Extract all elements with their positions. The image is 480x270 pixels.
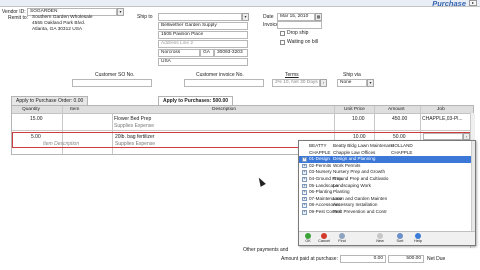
calendar-icon[interactable]: ▦ (315, 13, 322, 21)
col-quantity: Quantity (22, 107, 40, 112)
phase-expand-icon[interactable]: + (302, 183, 307, 189)
phase-expand-icon[interactable]: + (302, 163, 307, 169)
date-label: Date (263, 14, 274, 20)
ship-via-dropdown-icon[interactable]: ▾ (367, 79, 374, 87)
list-item[interactable]: CHAPPLE Chapple Law Offices CHAPPLE (299, 150, 475, 157)
customer-invoice-field[interactable] (184, 79, 264, 87)
net-due-label: Net Due (427, 256, 446, 262)
ship-to-select[interactable] (158, 13, 242, 21)
job-lookup-icon[interactable]: › (463, 133, 470, 140)
ship-to-label: Ship to (137, 14, 153, 20)
amount-paid-field[interactable]: 0.00 (340, 255, 386, 263)
terms-field[interactable]: 2% 10, Net 30 Days (272, 79, 320, 87)
new-button[interactable]: New (373, 233, 387, 245)
customer-so-label: Customer SO No. (95, 72, 135, 78)
col-unit-price: Unit Price (344, 107, 365, 112)
list-item[interactable]: + 06-Planting Planting (299, 189, 475, 196)
title-bar: Purchase ▸ (0, 0, 480, 8)
other-payments-label: Other payments and (243, 247, 289, 253)
terms-lookup-icon[interactable]: › (320, 79, 327, 87)
phase-expand-icon[interactable]: + (302, 210, 307, 215)
list-item[interactable]: + 09-Pest Control Pest Prevention and Co… (299, 209, 475, 216)
customer-so-field[interactable] (72, 79, 152, 87)
window-nav-icon[interactable]: ▸ (469, 0, 477, 6)
sort-button[interactable]: Sort (393, 233, 407, 245)
customer-invoice-label: Customer invoice No. (196, 72, 244, 78)
col-item: Item (70, 107, 80, 112)
ship-country[interactable]: USA (158, 58, 248, 66)
phase-expand-icon[interactable]: + (302, 177, 307, 182)
ship-via-label: Ship via (343, 72, 361, 78)
table-row[interactable]: 15.00 Flower Bed Prep Supplies Expense 1… (12, 115, 473, 130)
col-description: Description (212, 107, 236, 112)
popup-toolbar: OK Cancel Find New Sort Help (299, 231, 475, 245)
vendor-lookup-icon[interactable]: ▾ (117, 8, 124, 16)
phase-expand-icon[interactable]: + (302, 170, 307, 175)
phase-expand-icon[interactable]: + (302, 190, 307, 195)
grid-header: Quantity Item Description Unit Price Amo… (12, 106, 473, 114)
remit-address: Southern Garden Wholesale 4555 Oakland P… (32, 15, 93, 33)
list-item[interactable]: + 05-Landscape Landscaping Work (299, 183, 475, 190)
phase-expand-icon[interactable]: + (302, 157, 307, 162)
col-amount: Amount (388, 107, 405, 112)
net-due-field: 500.00 (388, 255, 424, 263)
popup-scrollbar[interactable] (471, 141, 475, 231)
ship-via-select[interactable]: None (337, 79, 367, 87)
waiting-on-bill-checkbox[interactable] (280, 40, 285, 45)
find-button[interactable]: Find (335, 233, 349, 245)
list-item[interactable]: BEATTY Beatty Bldg Lawn Maintenanc HOLLA… (299, 143, 475, 150)
phase-expand-icon[interactable]: + (302, 203, 307, 208)
phase-expand-icon[interactable]: + (302, 196, 307, 202)
list-item[interactable]: + 04-Ground Prep Ground Prep and Cultiva… (299, 176, 475, 183)
tab-apply-purchase-order[interactable]: Apply to Purchase Order: 0.00 (11, 96, 89, 105)
ok-button[interactable]: OK (301, 233, 315, 245)
invoice-field[interactable] (277, 21, 322, 29)
list-item[interactable]: + 01-Design Design and Planning (299, 156, 475, 163)
list-item[interactable]: + 02-Permits Work Permits (299, 163, 475, 170)
drop-ship-checkbox[interactable] (280, 31, 285, 36)
window-title: Purchase (432, 0, 466, 8)
date-field[interactable]: Mar 15, 2010 (277, 13, 315, 21)
job-lookup-popup[interactable]: BEATTY Beatty Bldg Lawn Maintenanc HOLLA… (298, 140, 476, 246)
ship-address-2[interactable]: Address Line 2 (158, 40, 248, 48)
col-job: Job (437, 107, 445, 112)
waiting-on-bill-label: Waiting on bill (287, 39, 318, 45)
remit-to-label: Remit to: (8, 15, 29, 21)
amount-paid-label: Amount paid at purchase: (281, 256, 338, 262)
mouse-cursor-icon (256, 176, 266, 187)
ship-zip[interactable]: 30093-3203 (214, 49, 248, 57)
ship-state[interactable]: GA (200, 49, 214, 57)
drop-ship-label: Drop ship (287, 30, 309, 36)
help-button[interactable]: Help (411, 233, 425, 245)
ship-to-name[interactable]: Bellwether Garden Supply (158, 22, 248, 30)
ship-to-dropdown-icon[interactable]: ▾ (242, 13, 249, 21)
tab-apply-purchases[interactable]: Apply to Purchases: 500.00 (158, 96, 234, 105)
ship-address-1[interactable]: 1505 Pavilion Place (158, 31, 248, 39)
list-item[interactable]: + 08-Accessories Accessory Installation (299, 202, 475, 209)
job-field[interactable] (423, 133, 463, 140)
list-item[interactable]: + 03-Nursery Nursery Prep and Growth (299, 169, 475, 176)
cancel-button[interactable]: Cancel (317, 233, 331, 245)
list-item[interactable]: + 07-Maintenance Lawn and Garden Mainten (299, 196, 475, 203)
terms-label: Terms (285, 72, 299, 78)
ship-city[interactable]: Norcross (158, 49, 200, 57)
